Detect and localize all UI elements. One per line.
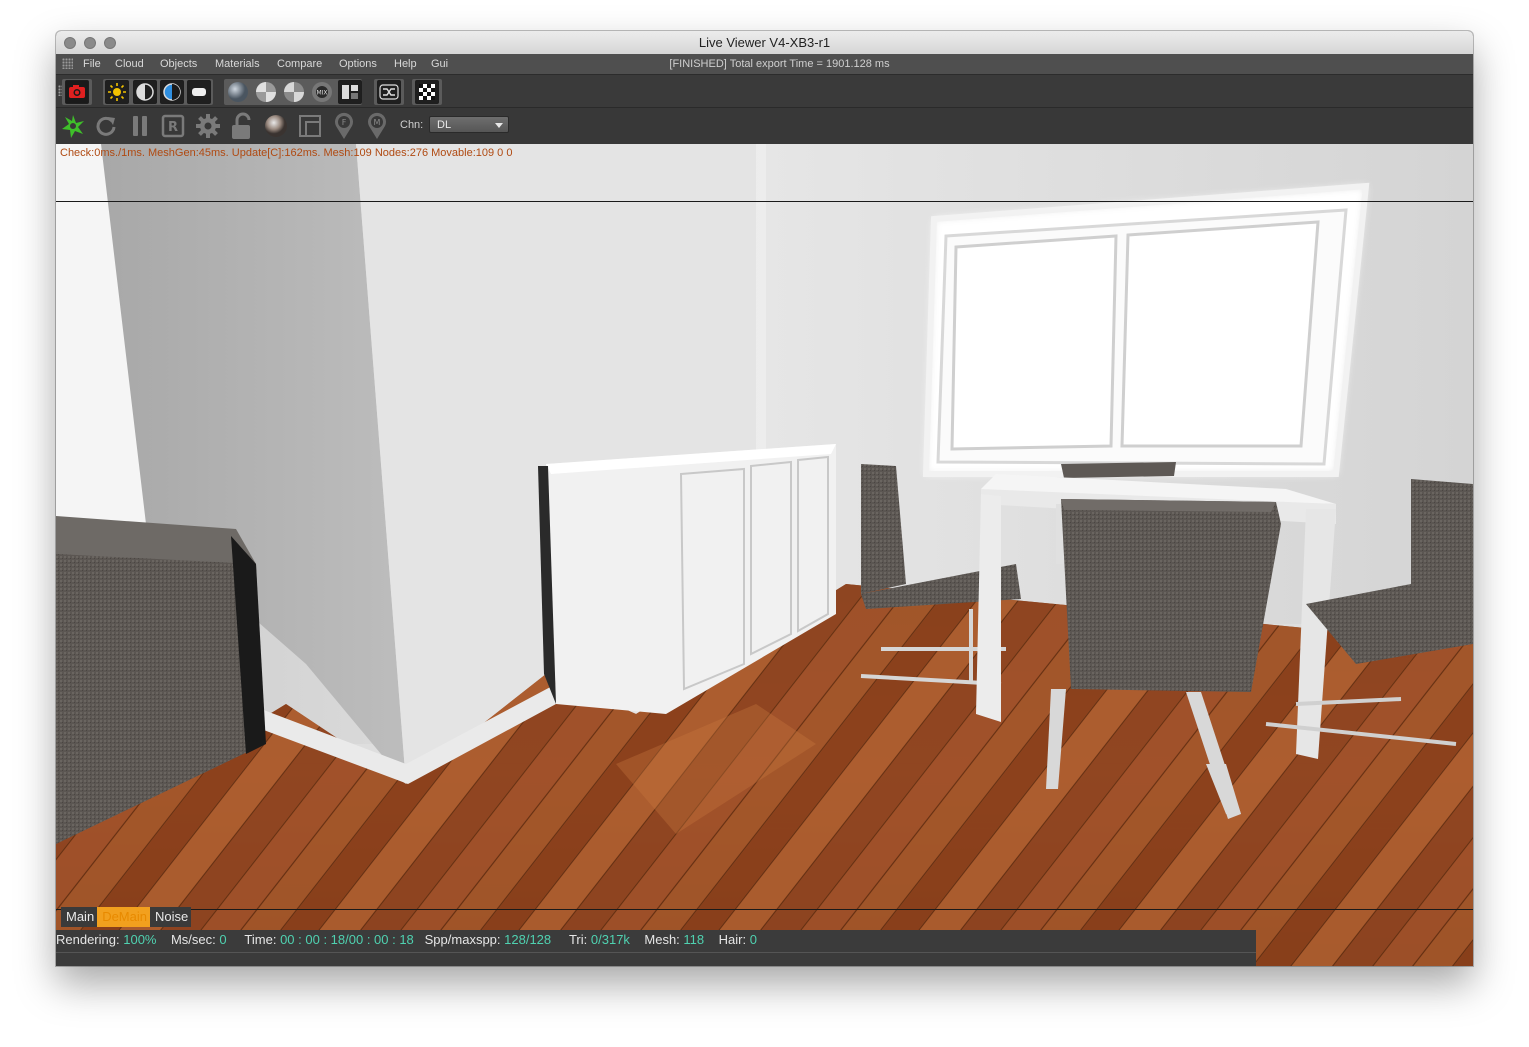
contrast-alt-icon[interactable] — [160, 80, 184, 104]
live-viewer-window: Live Viewer V4-XB3-r1 File Cloud Objects… — [56, 31, 1473, 966]
spp-label: Spp/maxspp: — [424, 932, 501, 947]
render-stats-overlay: Check:0ms./1ms. MeshGen:45ms. Update[C]:… — [60, 147, 513, 159]
ms-per-sec-value: 0 — [219, 932, 227, 947]
tri-value: 0/317k — [590, 932, 630, 947]
tab-demain[interactable]: DeMain — [97, 907, 150, 927]
status-bar-divider — [56, 952, 1256, 953]
hair-value: 0 — [749, 932, 757, 947]
pause-icon[interactable] — [127, 113, 153, 139]
viewport-divider-line — [56, 201, 1473, 202]
mesh-value: 118 — [683, 932, 705, 947]
menu-bar: File Cloud Objects Materials Compare Opt… — [56, 54, 1473, 75]
channel-select-value: DL — [437, 119, 452, 131]
lock-icon[interactable] — [229, 111, 255, 141]
material-sphere-icon[interactable] — [263, 113, 289, 139]
tabs-divider-line — [56, 909, 1473, 910]
focus-pin-icon[interactable]: F — [332, 111, 356, 141]
region-select-icon[interactable] — [297, 113, 323, 139]
render-viewport[interactable]: Check:0ms./1ms. MeshGen:45ms. Update[C]:… — [56, 144, 1473, 966]
window-title: Live Viewer V4-XB3-r1 — [698, 35, 831, 50]
split-view-icon[interactable] — [338, 80, 362, 104]
display-icon[interactable] — [187, 80, 211, 104]
ms-per-sec-label: Ms/sec: — [170, 932, 216, 947]
title-bar: Live Viewer V4-XB3-r1 — [56, 31, 1473, 55]
svg-text:MIX: MIX — [316, 90, 327, 97]
rendered-scene-image — [56, 144, 1473, 966]
contrast-icon[interactable] — [133, 80, 157, 104]
settings-gear-icon[interactable] — [194, 112, 222, 140]
time-label: Time: — [244, 932, 277, 947]
export-status-text: [FINISHED] Total export Time = 1901.128 … — [669, 58, 890, 70]
time-value: 00 : 00 : 18/00 : 00 : 18 — [280, 932, 414, 947]
sphere-checker-icon[interactable] — [254, 80, 278, 104]
rendering-label: Rendering: — [56, 932, 120, 947]
tri-label: Tri: — [568, 932, 588, 947]
spp-value: 128/128 — [504, 932, 552, 947]
channel-label: Chn: — [400, 119, 424, 131]
hair-label: Hair: — [718, 932, 747, 947]
render-region-icon[interactable]: R — [160, 113, 186, 139]
rendering-value: 100% — [123, 932, 157, 947]
sphere-checker-alt-icon[interactable] — [282, 80, 306, 104]
panel-tabs: Main DeMain Noise — [61, 907, 192, 927]
material-pin-icon[interactable]: M — [365, 111, 389, 141]
status-bar: Rendering: 100% Ms/sec: 0 Time: 00 : 00 … — [56, 930, 1256, 966]
sphere-icon[interactable] — [226, 80, 250, 104]
octane-logo-icon[interactable] — [59, 112, 87, 140]
tab-main[interactable]: Main — [61, 907, 98, 927]
toolbar-row-2: R F M Chn: DL — [56, 108, 1473, 144]
restart-icon[interactable] — [93, 113, 119, 139]
mesh-label: Mesh: — [644, 932, 680, 947]
camera-capture-icon[interactable] — [65, 80, 89, 104]
toolbar-row-1: MIX — [56, 75, 1473, 108]
svg-text:F: F — [342, 118, 347, 127]
sun-icon[interactable] — [105, 80, 129, 104]
channel-select[interactable]: DL — [429, 116, 509, 133]
chevron-down-icon — [495, 123, 503, 128]
svg-text:M: M — [374, 118, 381, 127]
sphere-mix-icon[interactable]: MIX — [310, 80, 334, 104]
svg-text:R: R — [168, 120, 178, 135]
tab-noise[interactable]: Noise — [149, 907, 192, 927]
shuffle-icon[interactable] — [377, 80, 401, 104]
checkerboard-icon[interactable] — [415, 80, 439, 104]
